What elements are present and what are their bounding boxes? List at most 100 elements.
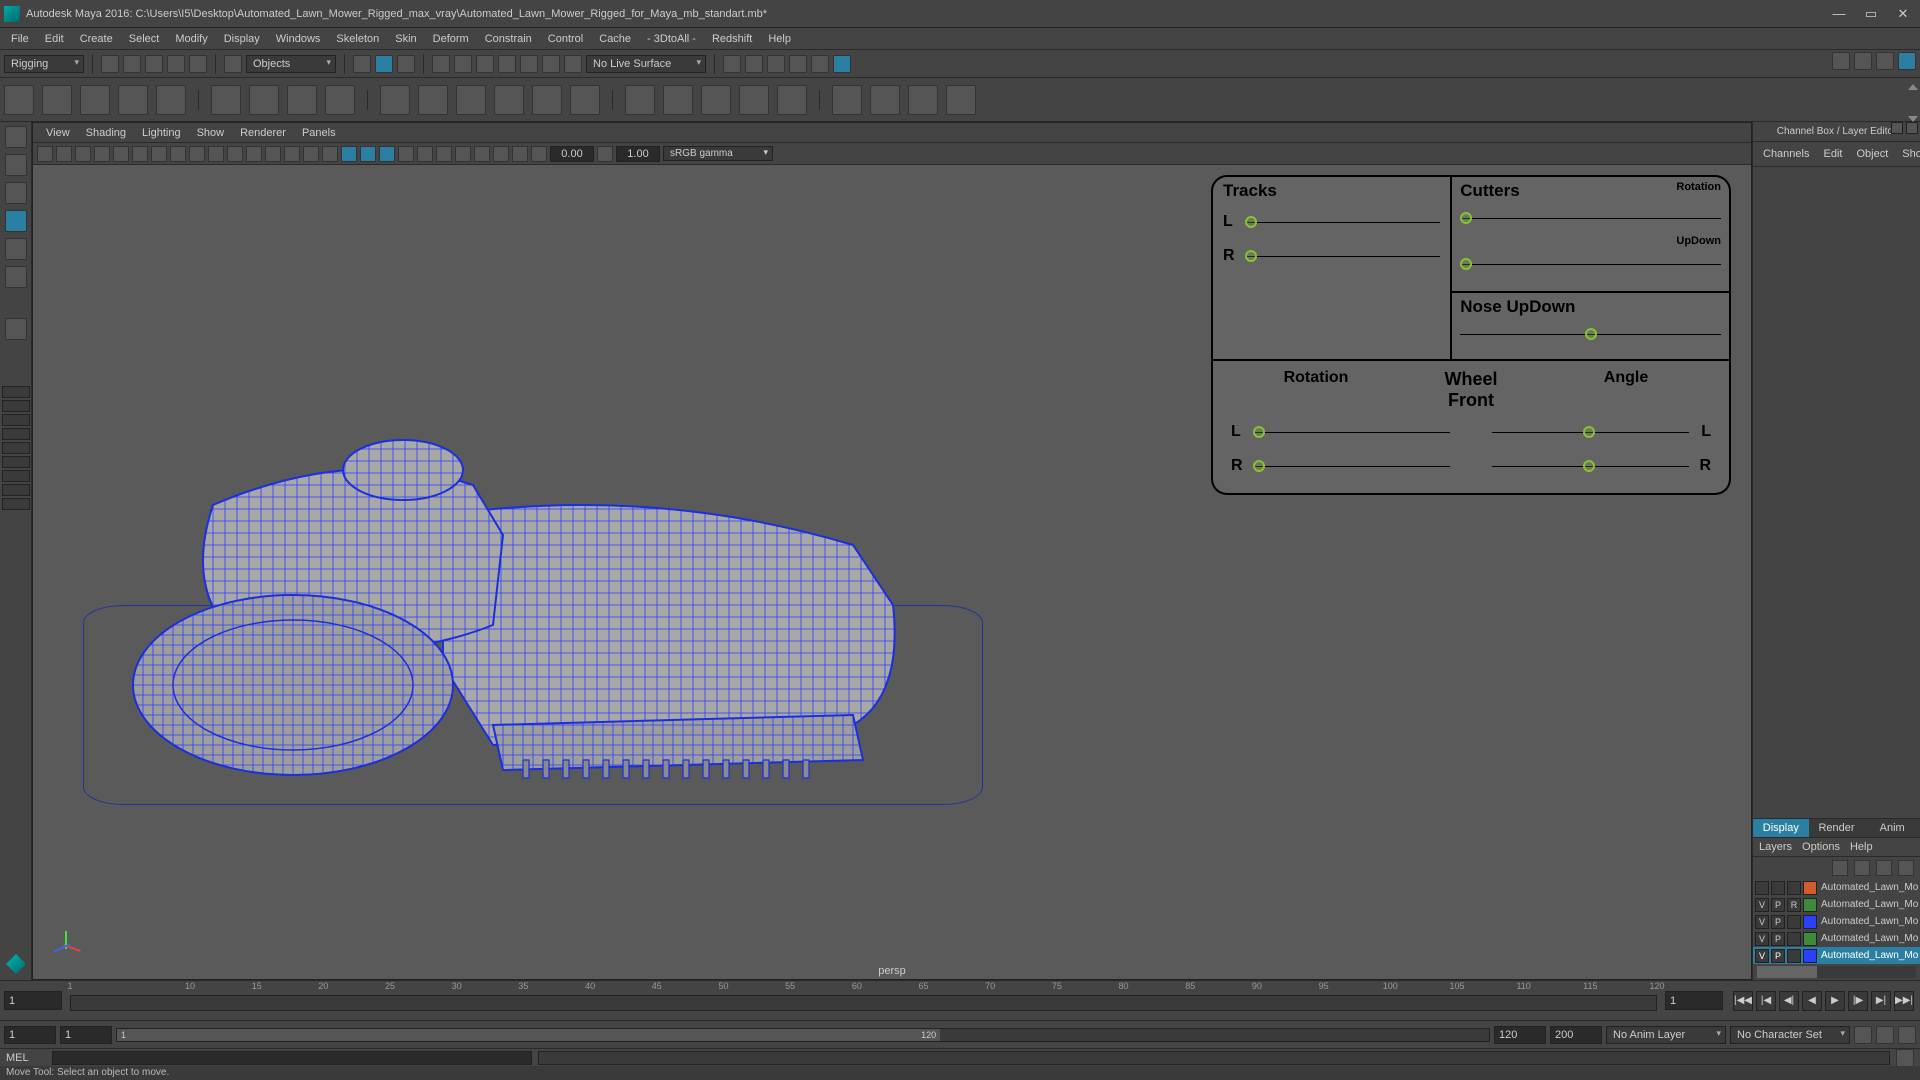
vp-menu-show[interactable]: Show — [190, 125, 232, 141]
layer-v-toggle[interactable]: V — [1755, 898, 1769, 912]
shelf-button-14[interactable] — [532, 85, 562, 115]
shelf-button-24[interactable] — [946, 85, 976, 115]
hypershade-icon[interactable] — [811, 55, 829, 73]
render-frame-icon[interactable] — [745, 55, 763, 73]
shelf-button-3[interactable] — [80, 85, 110, 115]
timeline-current-field-right[interactable] — [1665, 991, 1723, 1010]
shelf-button-4[interactable] — [118, 85, 148, 115]
select-by-component-icon[interactable] — [397, 55, 415, 73]
shelf-button-18[interactable] — [701, 85, 731, 115]
layer-v-toggle[interactable] — [1755, 881, 1769, 895]
minimize-button[interactable]: — — [1832, 7, 1846, 21]
toggle-tool-settings-icon[interactable] — [1876, 52, 1894, 70]
last-tool-icon[interactable] — [5, 318, 27, 340]
layer-new-icon[interactable] — [1876, 860, 1892, 876]
play-back-button[interactable]: ◀ — [1802, 991, 1822, 1011]
vp-shadows-icon[interactable] — [379, 146, 395, 162]
layer-row[interactable]: VPRAutomated_Lawn_Mower — [1753, 896, 1920, 913]
wheel-angle-l-slider[interactable] — [1492, 432, 1689, 433]
menu-deform[interactable]: Deform — [426, 31, 476, 47]
vp-menu-panels[interactable]: Panels — [295, 125, 343, 141]
layer-r-toggle[interactable]: R — [1787, 898, 1801, 912]
menu-skeleton[interactable]: Skeleton — [329, 31, 386, 47]
menu-windows[interactable]: Windows — [269, 31, 328, 47]
save-scene-icon[interactable] — [145, 55, 163, 73]
set-key-icon[interactable] — [1876, 1026, 1894, 1044]
layout-single-icon[interactable] — [2, 386, 30, 398]
channel-tab-edit[interactable]: Edit — [1819, 146, 1846, 162]
auto-key-icon[interactable] — [1854, 1026, 1872, 1044]
layout-outliner-icon[interactable] — [2, 442, 30, 454]
layer-p-toggle[interactable] — [1771, 881, 1785, 895]
vp-2d-pan-icon[interactable] — [113, 146, 129, 162]
layer-color-swatch[interactable] — [1803, 949, 1817, 963]
time-slider-track[interactable]: 1101520253035404550556065707580859095100… — [70, 981, 1657, 1020]
layer-menu-layers[interactable]: Layers — [1759, 841, 1792, 853]
shelf-button-13[interactable] — [494, 85, 524, 115]
layout-four-icon[interactable] — [2, 400, 30, 412]
layer-tab-anim[interactable]: Anim — [1864, 819, 1920, 837]
shelf-button-15[interactable] — [570, 85, 600, 115]
shelf-button-21[interactable] — [832, 85, 862, 115]
layout-two-side-icon[interactable] — [2, 414, 30, 426]
layer-v-toggle[interactable]: V — [1755, 932, 1769, 946]
timeline-current-field-left[interactable] — [4, 991, 62, 1010]
menu-modify[interactable]: Modify — [168, 31, 214, 47]
shelf-button-6[interactable] — [211, 85, 241, 115]
channel-tab-show[interactable]: Show — [1898, 146, 1920, 162]
layer-r-toggle[interactable] — [1787, 932, 1801, 946]
ipr-render-icon[interactable] — [767, 55, 785, 73]
command-lang-label[interactable]: MEL — [6, 1052, 46, 1064]
layer-color-swatch[interactable] — [1803, 915, 1817, 929]
selection-mask-dropdown[interactable]: Objects — [246, 55, 336, 73]
menu-display[interactable]: Display — [217, 31, 267, 47]
vp-gate-mask-icon[interactable] — [208, 146, 224, 162]
construction-history-icon[interactable] — [723, 55, 741, 73]
snap-plane-icon[interactable] — [498, 55, 516, 73]
scale-tool-icon[interactable] — [5, 266, 27, 288]
vp-camera-attr-icon[interactable] — [56, 146, 72, 162]
vp-exposure-icon[interactable] — [531, 146, 547, 162]
select-by-object-icon[interactable] — [375, 55, 393, 73]
menu-constrain[interactable]: Constrain — [478, 31, 539, 47]
layer-tab-render[interactable]: Render — [1809, 819, 1865, 837]
panel-maximize-icon[interactable] — [1906, 122, 1918, 134]
vp-ao-icon[interactable] — [398, 146, 414, 162]
shelf-button-9[interactable] — [325, 85, 355, 115]
layout-script-icon[interactable] — [2, 498, 30, 510]
toggle-attribute-editor-icon[interactable] — [1854, 52, 1872, 70]
snap-live-icon[interactable] — [520, 55, 538, 73]
viewport[interactable]: Tracks L R Cutters — [33, 165, 1751, 979]
anim-prefs-icon[interactable] — [1898, 1026, 1916, 1044]
layer-v-toggle[interactable]: V — [1755, 915, 1769, 929]
menu--3dtoall-[interactable]: - 3DtoAll - — [640, 31, 703, 47]
anim-layer-dropdown[interactable]: No Anim Layer — [1606, 1026, 1726, 1044]
open-scene-icon[interactable] — [123, 55, 141, 73]
shelf-button-17[interactable] — [663, 85, 693, 115]
maximize-button[interactable]: ▭ — [1864, 7, 1878, 21]
menuset-dropdown[interactable]: Rigging — [4, 55, 84, 73]
cutters-updown-slider[interactable] — [1460, 264, 1721, 265]
shelf-button-16[interactable] — [625, 85, 655, 115]
shelf-button-20[interactable] — [777, 85, 807, 115]
tracks-l-slider[interactable] — [1245, 222, 1440, 223]
layer-row[interactable]: VPAutomated_Lawn_Mov — [1753, 947, 1920, 964]
menu-skin[interactable]: Skin — [388, 31, 423, 47]
menu-select[interactable]: Select — [122, 31, 167, 47]
layer-menu-help[interactable]: Help — [1850, 841, 1873, 853]
vp-colorspace-dropdown[interactable]: sRGB gamma — [663, 146, 773, 161]
layer-p-toggle[interactable]: P — [1771, 915, 1785, 929]
shelf-button-7[interactable] — [249, 85, 279, 115]
toggle-channel-box-icon[interactable] — [1898, 52, 1916, 70]
layer-p-toggle[interactable]: P — [1771, 898, 1785, 912]
vp-dof-icon[interactable] — [455, 146, 471, 162]
menu-cache[interactable]: Cache — [592, 31, 638, 47]
shelf-button-5[interactable] — [156, 85, 186, 115]
layer-move-up-icon[interactable] — [1832, 860, 1848, 876]
layer-r-toggle[interactable] — [1787, 881, 1801, 895]
layer-new-selected-icon[interactable] — [1898, 860, 1914, 876]
render-view-icon[interactable] — [833, 55, 851, 73]
snap-point-icon[interactable] — [476, 55, 494, 73]
vp-select-camera-icon[interactable] — [37, 146, 53, 162]
menu-create[interactable]: Create — [73, 31, 120, 47]
